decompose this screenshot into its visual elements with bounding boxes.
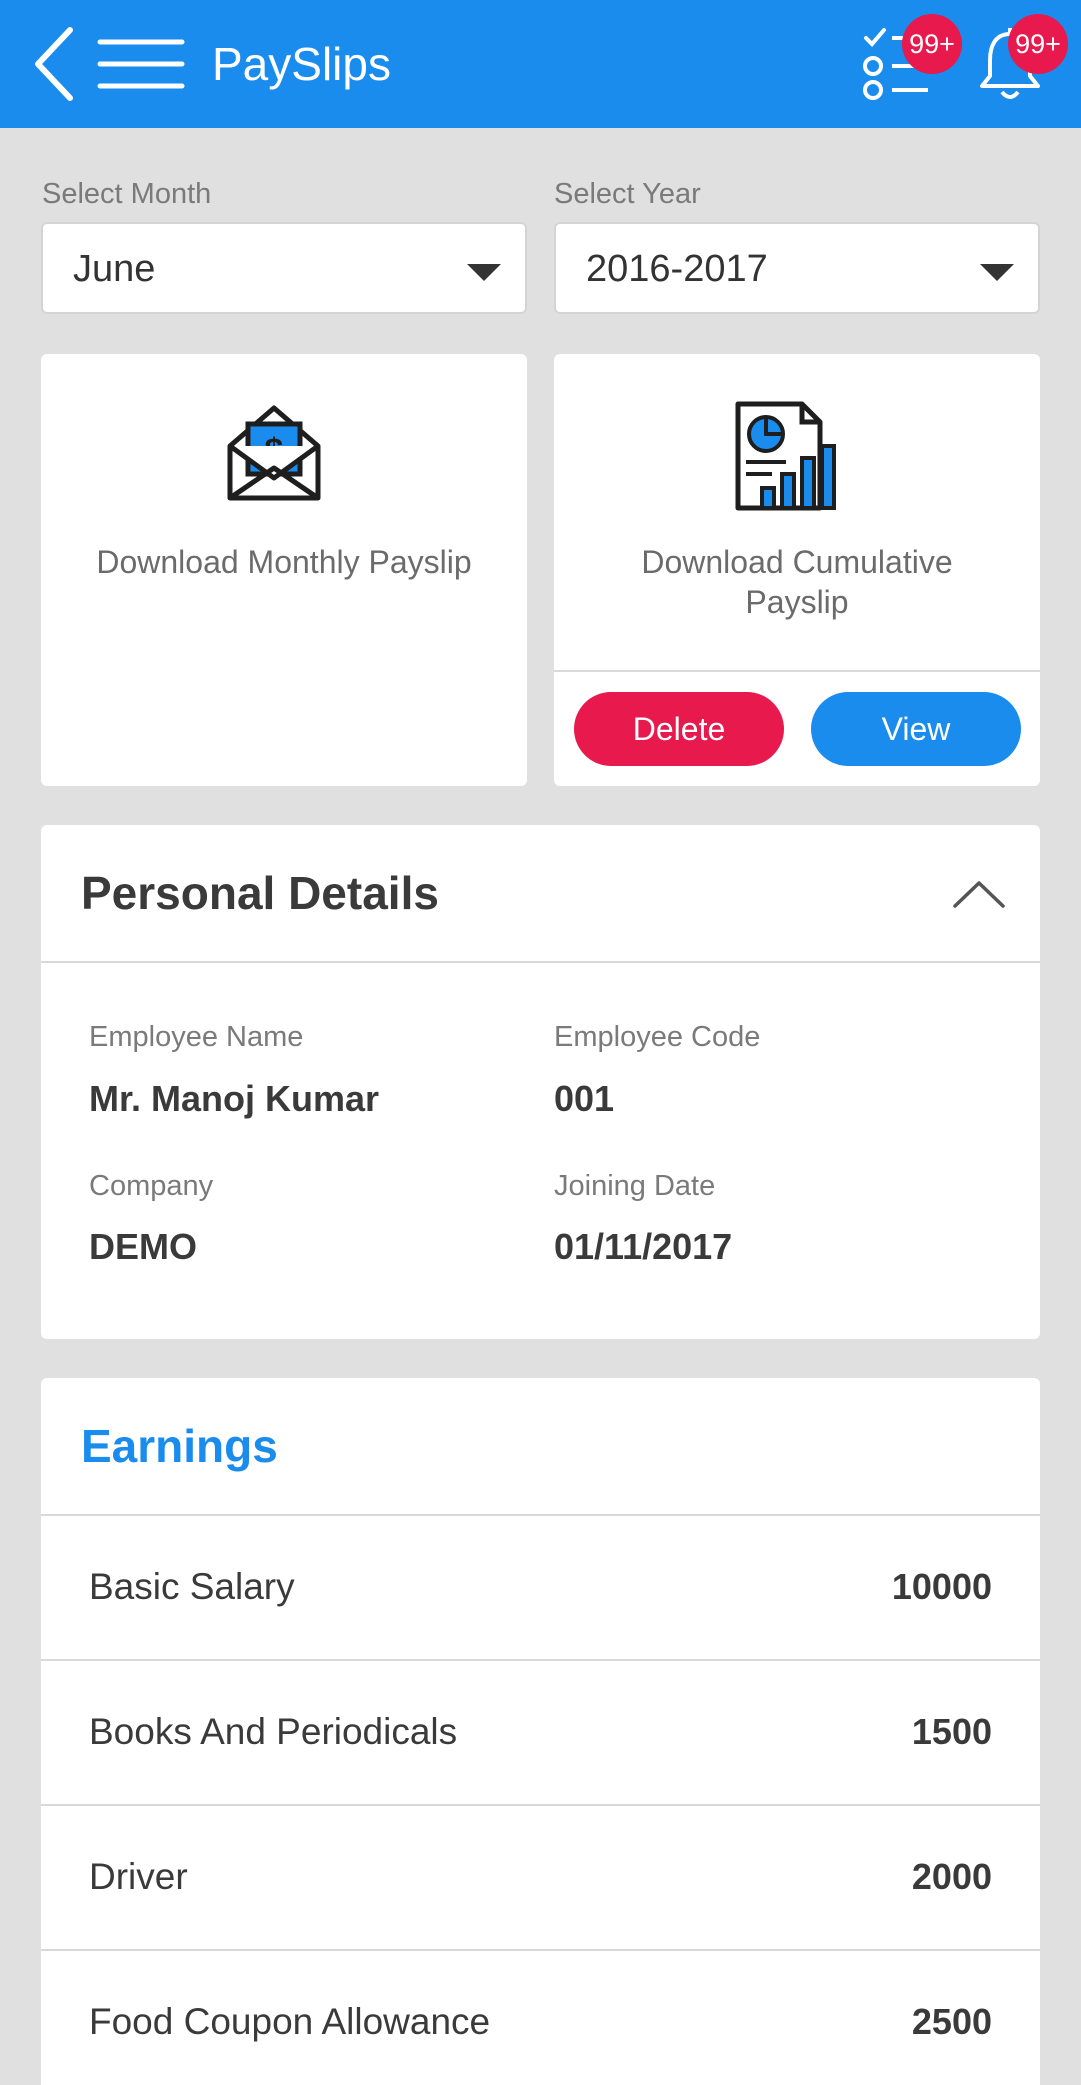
employee-name-value: Mr. Manoj Kumar [89,1078,380,1119]
hamburger-icon [97,39,185,89]
employee-code-value: 001 [554,1078,615,1119]
earnings-row-label: Food Coupon Allowance [89,2001,491,2042]
earnings-row-value: 2000 [911,1856,992,1897]
view-button[interactable]: View [811,692,1021,766]
earnings-row: Food Coupon Allowance 2500 [41,1949,1040,2085]
earnings-row-label: Driver [89,1856,188,1897]
select-year-label: Select Year [554,178,701,210]
section-divider [41,961,1040,963]
page-title: PaySlips [212,38,391,90]
earnings-row: Basic Salary 10000 [41,1514,1040,1659]
joining-date-label: Joining Date [554,1170,716,1202]
chevron-up-icon[interactable] [952,879,1006,909]
download-cumulative-card: Download Cumulative Payslip Delete View [554,354,1040,786]
download-cumulative-label[interactable]: Download Cumulative Payslip [554,542,1040,622]
select-month-label: Select Month [42,178,212,210]
month-select-value: June [73,248,156,290]
company-value: DEMO [89,1226,197,1267]
personal-details-title: Personal Details [81,867,439,919]
notifications-badge: 99+ [1008,14,1068,74]
download-monthly-label: Download Monthly Payslip [96,544,472,580]
delete-button[interactable]: Delete [574,692,784,766]
earnings-row: Books And Periodicals 1500 [41,1659,1040,1804]
earnings-row-value: 1500 [911,1711,992,1752]
app-bar: PaySlips 99+ 99+ [0,0,1081,128]
report-chart-icon[interactable] [732,400,848,514]
earnings-row-value: 10000 [891,1566,992,1607]
earnings-row-label: Basic Salary [89,1566,295,1607]
back-arrow-icon [35,27,73,101]
tasks-badge: 99+ [902,14,962,74]
earnings-row-label: Books And Periodicals [89,1711,458,1752]
personal-details-card: Personal Details Employee Name Mr. Manoj… [41,825,1040,1339]
year-select-value: 2016-2017 [586,248,768,290]
earnings-card: Earnings Basic Salary 10000 Books And Pe… [41,1378,1040,2085]
caret-down-icon [980,264,1014,281]
earnings-row: Driver 2000 [41,1804,1040,1949]
employee-name-label: Employee Name [89,1021,304,1053]
month-select[interactable]: June [41,222,527,314]
joining-date-value: 01/11/2017 [554,1226,733,1267]
download-monthly-card[interactable]: $ Download Monthly Payslip [41,354,527,786]
company-label: Company [89,1170,214,1202]
menu-button[interactable] [96,36,186,92]
card-divider [554,670,1040,672]
earnings-row-value: 2500 [911,2001,992,2042]
envelope-dollar-icon: $ [227,405,321,501]
caret-down-icon [467,264,501,281]
year-select[interactable]: 2016-2017 [554,222,1040,314]
employee-code-label: Employee Code [554,1021,761,1053]
back-button[interactable] [30,24,80,104]
earnings-title: Earnings [81,1420,278,1472]
